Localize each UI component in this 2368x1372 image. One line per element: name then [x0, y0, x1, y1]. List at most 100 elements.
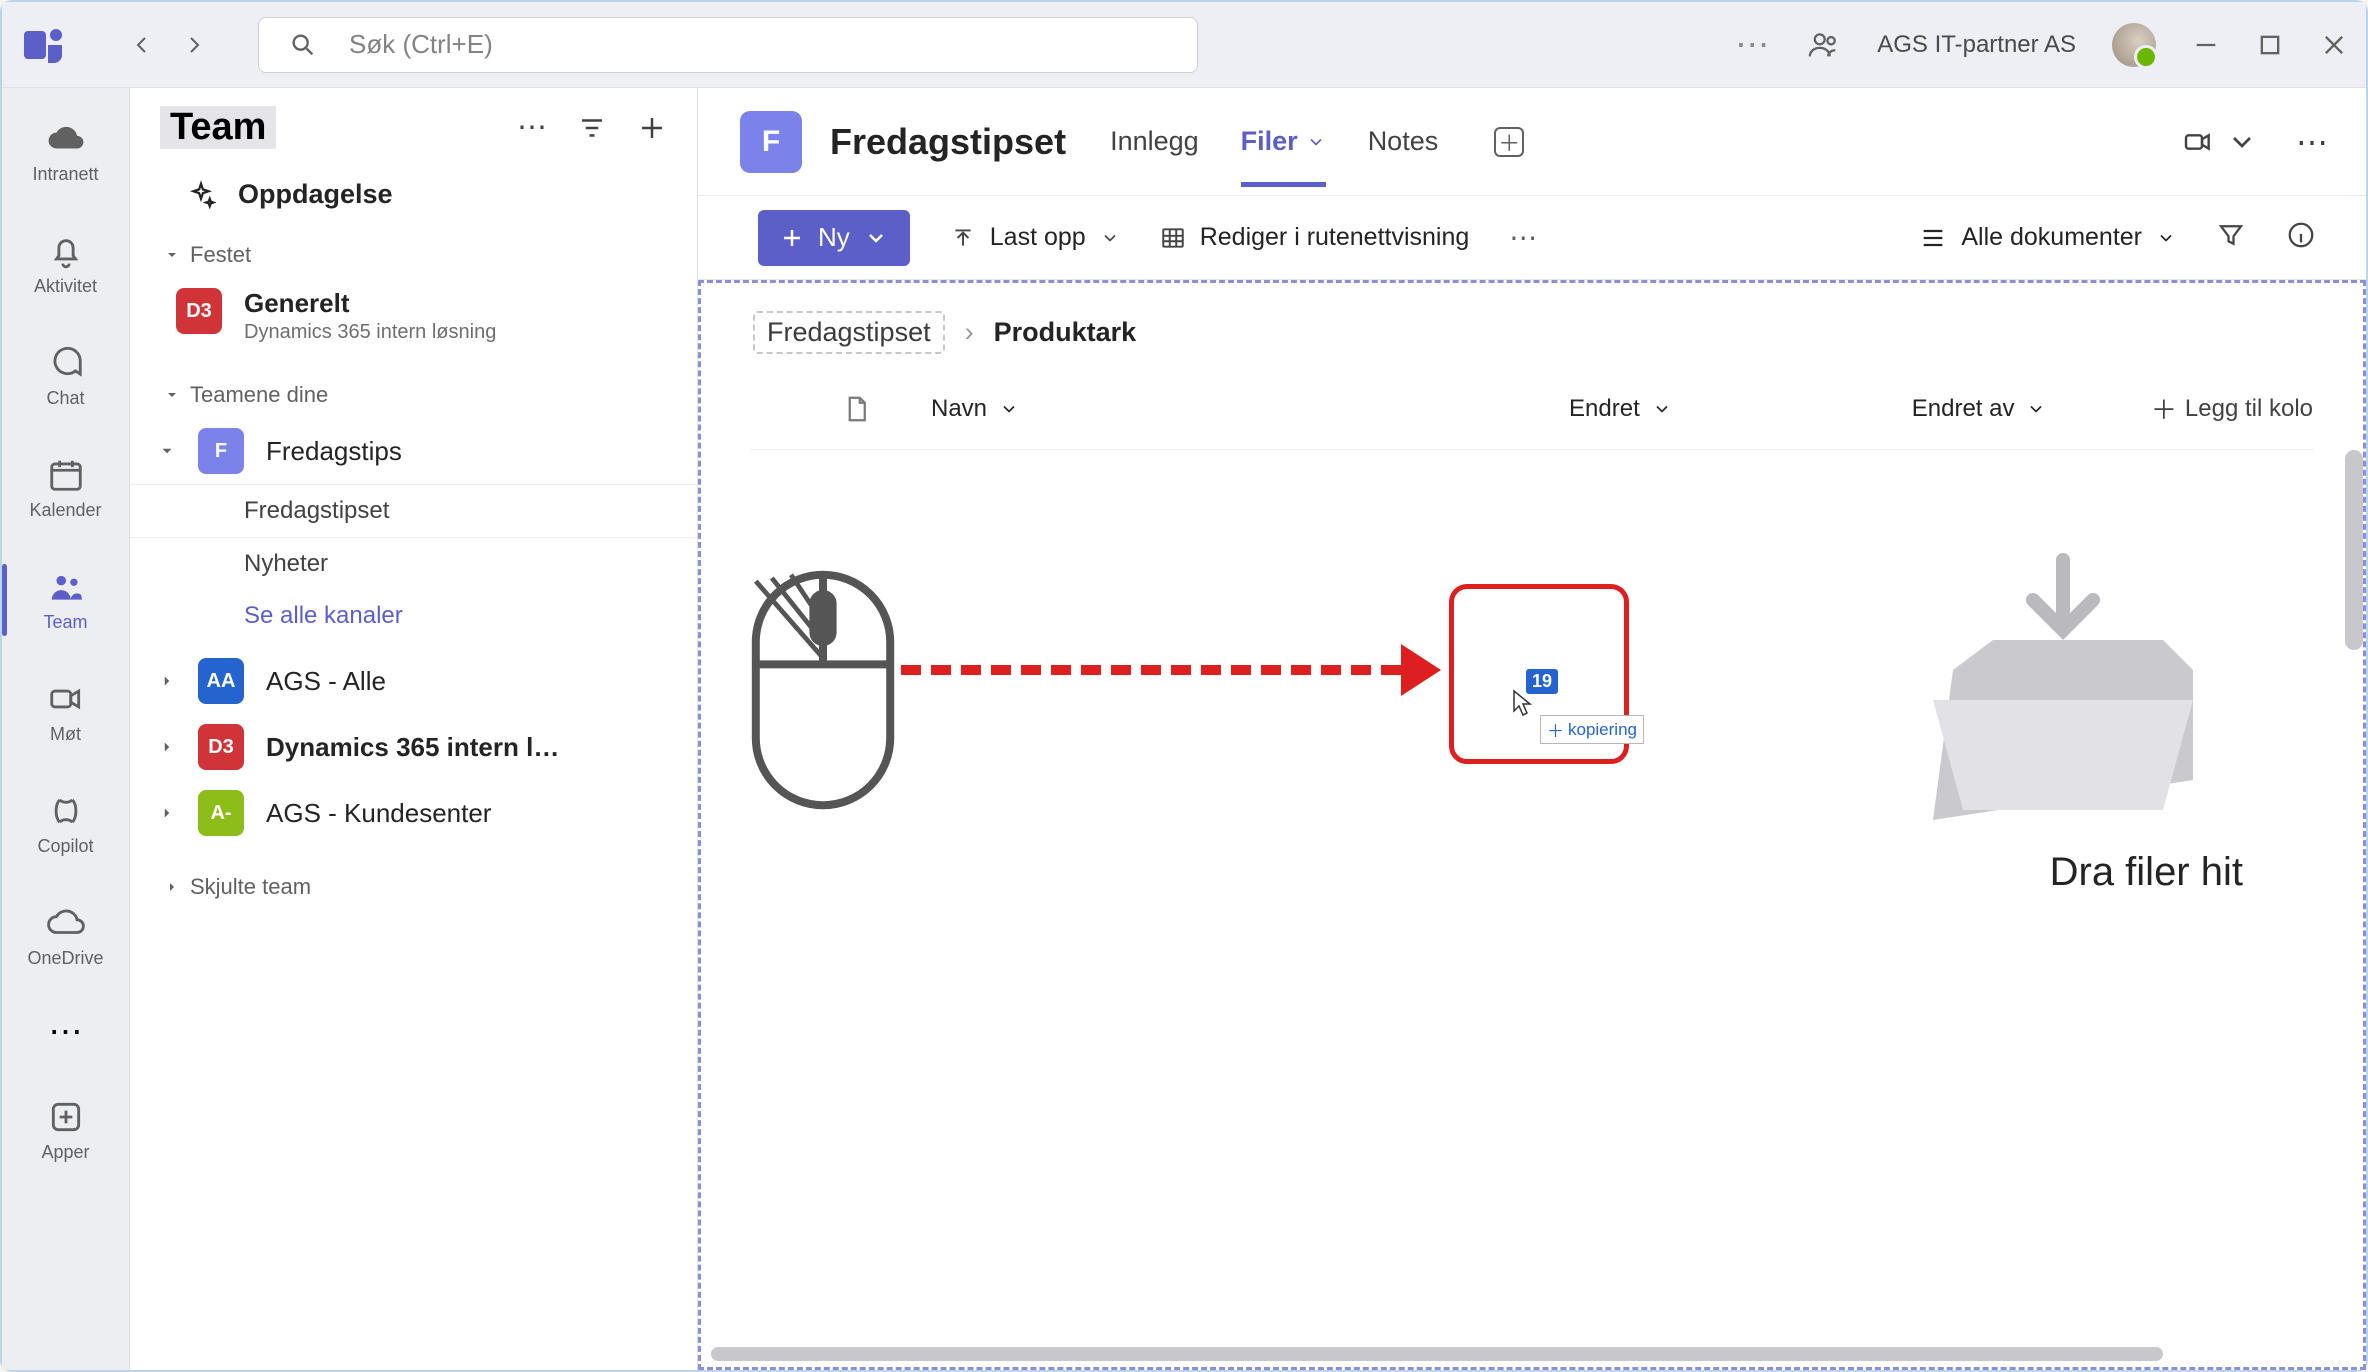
team-name: Dynamics 365 intern l… [266, 732, 559, 763]
teams-panel: Team ⋯ Oppdagelse Festet D3 Generelt Dyn… [130, 88, 698, 1370]
nav-back-icon[interactable] [130, 33, 154, 57]
rail-more-icon[interactable]: ⋯ [49, 1012, 83, 1052]
info-button[interactable] [2286, 220, 2316, 255]
team-badge: F [198, 428, 244, 474]
people-icon[interactable] [1807, 28, 1841, 62]
titlebar-more-icon[interactable]: ⋯ [1735, 25, 1771, 65]
team-fredagstips[interactable]: F Fredagstips [130, 418, 697, 484]
upload-icon [950, 225, 976, 251]
search-placeholder: Søk (Ctrl+E) [349, 29, 493, 60]
discover-button[interactable]: Oppdagelse [130, 159, 697, 232]
add-column-button[interactable]: ＋ Legg til kolo [2151, 390, 2313, 427]
drop-target-illustration: 19 ＋ kopiering [1449, 584, 1629, 764]
team-kundesenter[interactable]: A- AGS - Kundesenter [130, 780, 697, 846]
minimize-icon[interactable] [2192, 31, 2220, 59]
team-dynamics[interactable]: D3 Dynamics 365 intern l… [130, 714, 697, 780]
new-button[interactable]: Ny [758, 210, 910, 266]
channel-header: F Fredagstipset Innlegg Filer Notes ＋ [698, 88, 2366, 196]
rail-label: Copilot [37, 836, 93, 857]
video-icon [2182, 126, 2214, 158]
panel-more-icon[interactable]: ⋯ [517, 110, 547, 145]
team-icon [47, 568, 85, 606]
chevron-down-icon [1306, 132, 1326, 152]
team-badge: A- [198, 790, 244, 836]
column-headers: Navn Endret Endret av ＋ L [751, 374, 2313, 450]
tab-notes[interactable]: Notes [1368, 96, 1439, 187]
caret-right-icon [158, 672, 176, 690]
video-icon [47, 680, 85, 718]
tab-innlegg[interactable]: Innlegg [1110, 96, 1199, 187]
meet-button[interactable] [2182, 126, 2258, 158]
discover-label: Oppdagelse [238, 179, 393, 210]
your-teams-section[interactable]: Teamene dine [130, 372, 697, 418]
nav-forward-icon[interactable] [182, 33, 206, 57]
hidden-teams-section[interactable]: Skjulte team [130, 864, 697, 910]
view-picker[interactable]: Alle dokumenter [1919, 223, 2176, 252]
channel-title: Fredagstipset [830, 121, 1066, 163]
channel-nyheter[interactable]: Nyheter [130, 538, 697, 590]
section-text: Festet [190, 242, 251, 268]
section-text: Teamene dine [190, 382, 328, 408]
rail-label: Aktivitet [34, 276, 97, 297]
chat-icon [47, 344, 85, 382]
avatar[interactable] [2112, 23, 2156, 67]
bell-icon [47, 232, 85, 270]
chevron-down-icon [1100, 228, 1120, 248]
add-tab-button[interactable]: ＋ [1494, 127, 1524, 157]
rail-apper[interactable]: Apper [2, 1084, 129, 1176]
rail-copilot[interactable]: Copilot [2, 778, 129, 870]
file-icon [841, 394, 871, 424]
rail-kalender[interactable]: Kalender [2, 442, 129, 534]
channel-see-all[interactable]: Se alle kanaler [130, 590, 697, 642]
rail-label: Kalender [29, 500, 101, 521]
rail-mot[interactable]: Møt [2, 666, 129, 758]
filter-icon[interactable] [577, 113, 607, 143]
channel-fredagstipset[interactable]: Fredagstipset [130, 484, 697, 538]
copy-label: kopiering [1568, 720, 1637, 740]
col-modified-by[interactable]: Endret av [1912, 395, 2047, 423]
col-name[interactable]: Navn [931, 395, 1019, 423]
dropzone[interactable]: Fredagstipset › Produktark Navn Endret [698, 280, 2366, 1370]
edit-grid-button[interactable]: Rediger i rutenettvisning [1160, 223, 1470, 252]
col-label: Endret av [1912, 395, 2015, 423]
add-column-label: Legg til kolo [2185, 395, 2313, 423]
org-name: AGS IT-partner AS [1877, 31, 2076, 59]
caret-down-icon [164, 247, 180, 263]
pinned-section[interactable]: Festet [130, 232, 697, 278]
upload-button[interactable]: Last opp [950, 223, 1120, 252]
empty-file-area: 19 ＋ kopiering Dra filer hit [701, 450, 2363, 1367]
close-icon[interactable] [2320, 31, 2348, 59]
rail-onedrive[interactable]: OneDrive [2, 890, 129, 982]
breadcrumb-root[interactable]: Fredagstipset [753, 311, 945, 354]
maximize-icon[interactable] [2256, 31, 2284, 59]
arrow-illustration-icon [901, 650, 1441, 690]
chevron-down-icon [864, 226, 888, 250]
rail-team[interactable]: Team [2, 554, 129, 646]
channel-more-icon[interactable]: ⋯ [2296, 123, 2328, 161]
team-ags-alle[interactable]: AA AGS - Alle [130, 648, 697, 714]
tab-filer[interactable]: Filer [1241, 96, 1326, 187]
app-rail: Intranett Aktivitet Chat Kalender Team M… [2, 88, 130, 1370]
view-label: Alle dokumenter [1961, 223, 2142, 252]
search-input[interactable]: Søk (Ctrl+E) [258, 17, 1198, 73]
rail-intranett[interactable]: Intranett [2, 106, 129, 198]
tab-label: Innlegg [1110, 126, 1199, 157]
horizontal-scrollbar[interactable] [711, 1347, 2163, 1361]
pinned-name: Generelt [244, 288, 496, 319]
breadcrumb-current: Produktark [994, 317, 1137, 348]
vertical-scrollbar[interactable] [2345, 450, 2363, 650]
dropzone-text: Dra filer hit [2050, 850, 2243, 895]
rail-label: Chat [46, 388, 84, 409]
filter-files-button[interactable] [2216, 220, 2246, 255]
col-modified[interactable]: Endret [1569, 395, 1672, 423]
toolbar-more-icon[interactable]: ⋯ [1509, 221, 1537, 254]
plus-icon[interactable] [637, 113, 667, 143]
panel-title: Team [160, 106, 276, 149]
rail-chat[interactable]: Chat [2, 330, 129, 422]
grid-icon [1160, 225, 1186, 251]
new-label: Ny [818, 222, 850, 253]
chevron-down-icon [2226, 126, 2258, 158]
tab-label: Notes [1368, 126, 1439, 157]
rail-aktivitet[interactable]: Aktivitet [2, 218, 129, 310]
pinned-team[interactable]: D3 Generelt Dynamics 365 intern løsning [130, 278, 697, 354]
